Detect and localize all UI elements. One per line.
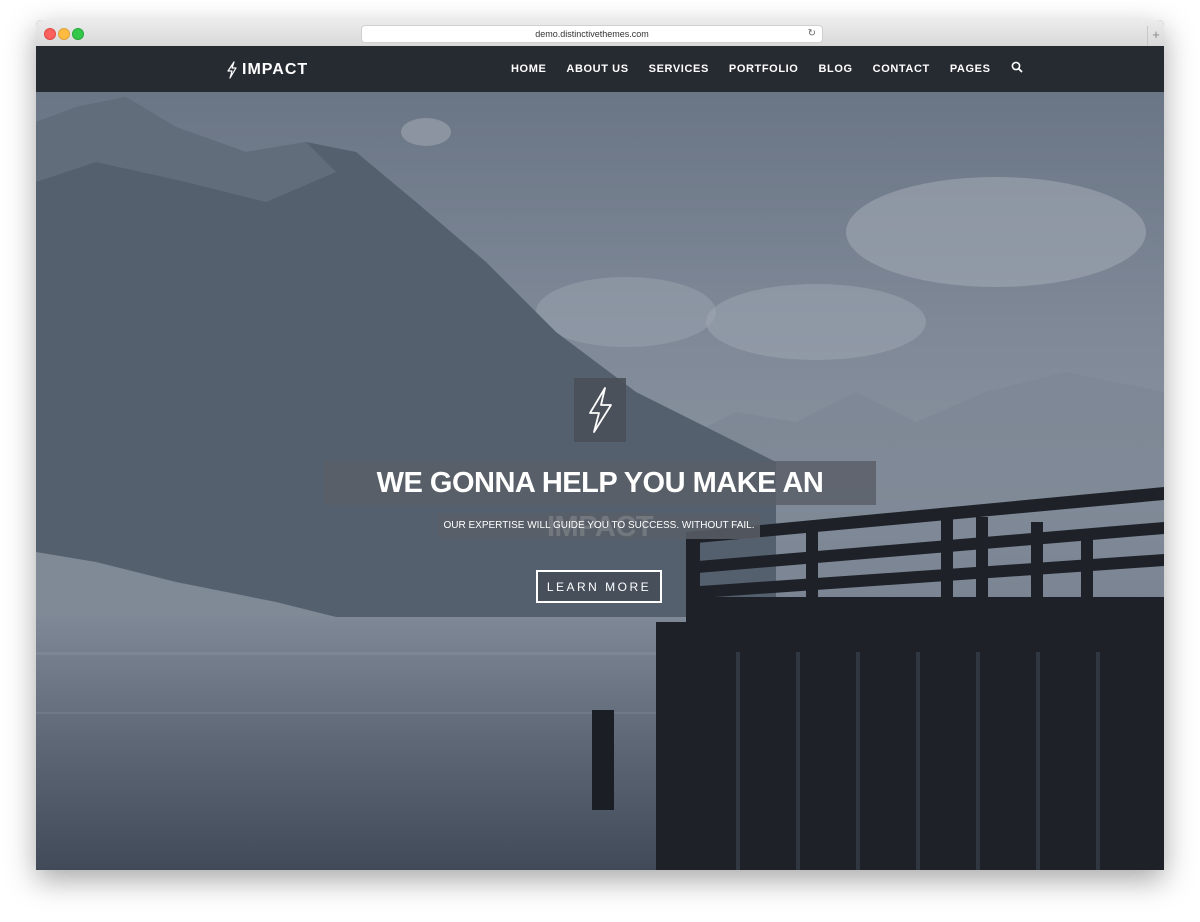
site-logo[interactable]: IMPACT	[226, 60, 308, 80]
nav-services[interactable]: SERVICES	[649, 63, 709, 75]
reload-icon[interactable]: ↻	[808, 26, 816, 42]
lightning-bolt-icon	[589, 387, 612, 433]
hero-headline: WE GONNA HELP YOU MAKE AN IMPACT	[324, 461, 876, 543]
browser-toolbar: demo.distinctivethemes.com ↻ +	[36, 20, 1164, 47]
learn-more-button[interactable]: LEARN MORE	[536, 570, 662, 603]
nav-portfolio[interactable]: PORTFOLIO	[729, 63, 799, 75]
hero-section: WE GONNA HELP YOU MAKE AN IMPACT OUR EXP…	[36, 92, 1164, 870]
nav-home[interactable]: HOME	[511, 63, 546, 75]
nav-pages[interactable]: PAGES	[950, 63, 991, 75]
logo-text: IMPACT	[242, 61, 309, 78]
url-text: demo.distinctivethemes.com	[535, 29, 649, 39]
lightning-bolt-icon	[227, 61, 237, 79]
minimize-window-button[interactable]	[58, 28, 70, 40]
search-icon[interactable]	[1011, 61, 1023, 73]
plus-icon[interactable]: +	[1147, 26, 1164, 46]
maximize-window-button[interactable]	[72, 28, 84, 40]
hero-emblem	[574, 378, 626, 442]
address-bar[interactable]: demo.distinctivethemes.com ↻	[361, 25, 823, 43]
nav-blog[interactable]: BLOG	[818, 63, 852, 75]
hero-subheadline: OUR EXPERTISE WILL GUIDE YOU TO SUCCESS.…	[438, 513, 760, 539]
main-menu: HOME ABOUT US SERVICES PORTFOLIO BLOG CO…	[511, 46, 1023, 92]
browser-window: demo.distinctivethemes.com ↻ + IMPACT HO…	[36, 20, 1164, 870]
close-window-button[interactable]	[44, 28, 56, 40]
site-navbar: IMPACT HOME ABOUT US SERVICES PORTFOLIO …	[36, 46, 1164, 92]
nav-contact[interactable]: CONTACT	[873, 63, 930, 75]
nav-about-us[interactable]: ABOUT US	[566, 63, 628, 75]
